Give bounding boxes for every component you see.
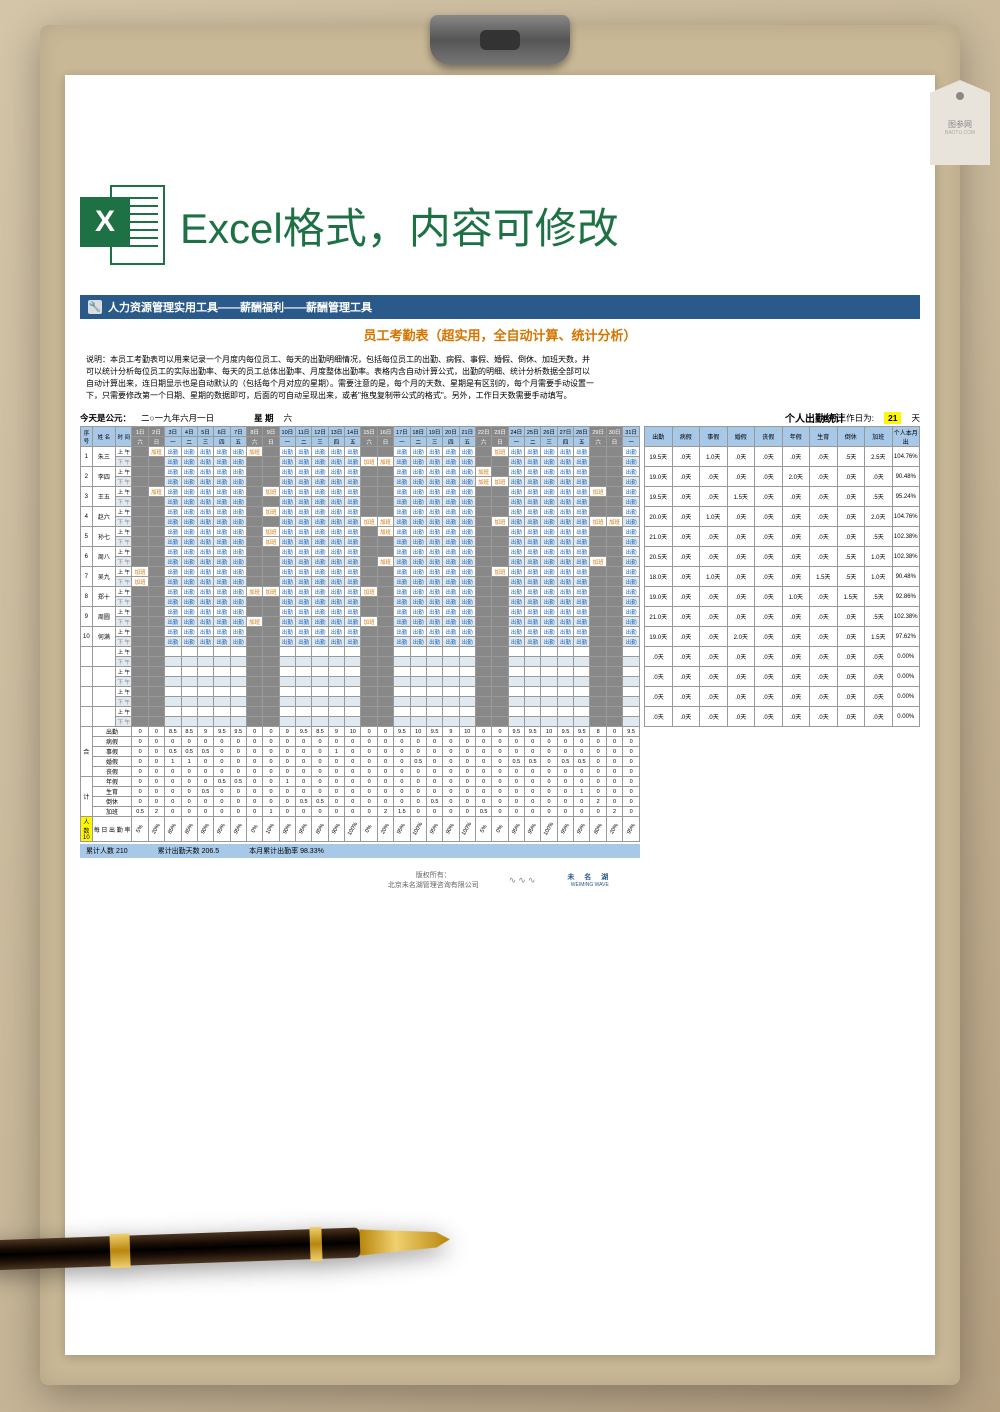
month-rate: 98.33%	[300, 848, 324, 855]
brand-en: WEIMING WAVE	[567, 882, 612, 888]
date-value: 二○一九年六月一日	[141, 412, 214, 424]
excel-header: X Excel格式，内容可修改	[80, 185, 920, 265]
description: 说明：本员工考勤表可以用来记录一个月度内每位员工、每天的出勤明细情况，包括每位员…	[80, 350, 600, 406]
weekday-value: 六	[284, 412, 293, 424]
excel-title: Excel格式，内容可修改	[180, 195, 619, 256]
stats-table: 出勤病假事假婚假丧假年假生育倒休加班个人本月 出 19.5天.0天1.0天.0天…	[644, 426, 920, 727]
copyright-label: 版权所有：	[388, 870, 479, 880]
month-rate-label: 本月累计出勤率	[249, 848, 298, 855]
workday-unit: 天	[911, 412, 920, 424]
hang-tag: 图参网 BAOTU.COM	[930, 80, 990, 165]
total-days-label: 累计出勤天数	[158, 848, 200, 855]
wave-logo: ∿∿∿	[509, 875, 538, 886]
wrench-icon: 🔧	[88, 300, 102, 314]
tag-sub: BAOTU.COM	[945, 130, 975, 136]
clipboard: X Excel格式，内容可修改 🔧 人力资源管理实用工具——薪酬福利——薪酬管理…	[40, 25, 960, 1385]
document-paper: X Excel格式，内容可修改 🔧 人力资源管理实用工具——薪酬福利——薪酬管理…	[65, 75, 935, 1355]
subtitle: 员工考勤表（超实用，全自动计算、统计分析）	[80, 325, 920, 344]
total-people-label: 累计人数	[86, 848, 114, 855]
section-title: 人力资源管理实用工具——薪酬福利——薪酬管理工具	[108, 299, 372, 315]
total-people: 210	[116, 848, 128, 855]
attendance-table: 序号姓 名时 间1日2日3日4日5日6日7日8日9日10日11日12日13日14…	[80, 426, 640, 842]
stats-title: 个人出勤统计	[785, 410, 845, 425]
footer: 版权所有： 北京未名湖管理咨询有限公司 ∿∿∿ 未 名 湖 WEIMING WA…	[80, 870, 920, 890]
totals-bar: 累计人数 210 累计出勤天数 206.5 本月累计出勤率 98.33%	[80, 844, 640, 858]
company-name: 北京未名湖管理咨询有限公司	[388, 880, 479, 890]
weekday-label: 星 期	[254, 412, 273, 424]
workday-value: 21	[884, 412, 901, 424]
tag-main: 图参网	[948, 119, 972, 130]
total-days: 206.5	[202, 848, 220, 855]
excel-icon: X	[80, 185, 165, 265]
date-label: 今天是公元：	[80, 412, 131, 424]
brand-name: 未 名 湖	[567, 872, 612, 882]
clipboard-clip	[430, 15, 570, 65]
section-bar: 🔧 人力资源管理实用工具——薪酬福利——薪酬管理工具	[80, 295, 920, 319]
